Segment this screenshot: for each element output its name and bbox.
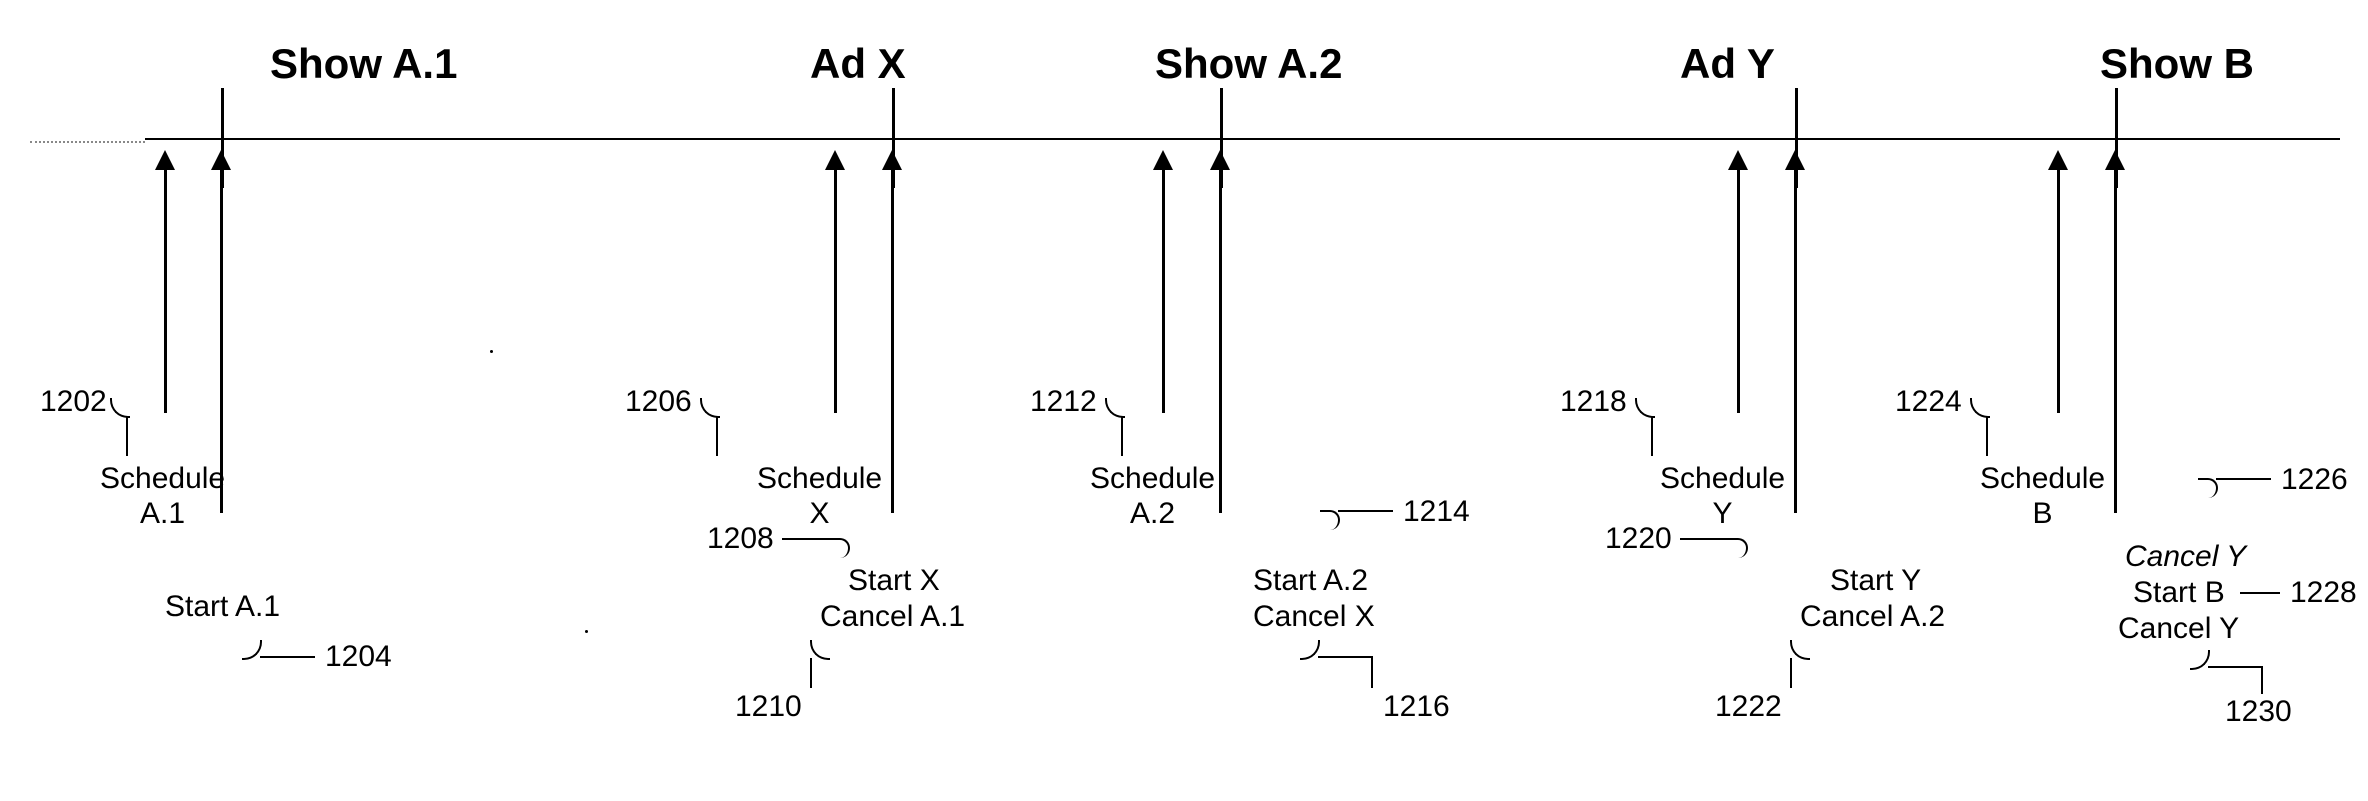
- label-cancel-x-l1: Cancel X: [1253, 600, 1375, 633]
- scan-dot-2: [585, 630, 588, 633]
- leader-1204: [260, 656, 315, 658]
- hook-1226: [2198, 478, 2218, 498]
- label-schedule-a1-l1: Schedule: [100, 462, 225, 495]
- leader-1214: [1338, 510, 1393, 512]
- label-schedule-y-l1: Schedule: [1660, 462, 1785, 495]
- leader-1230: [2208, 666, 2263, 668]
- label-start-a2: Start A.2: [1253, 564, 1368, 599]
- label-schedule-b-l2: B: [2033, 497, 2053, 530]
- hook-1208: [830, 538, 850, 558]
- ref-1208: 1208: [707, 522, 774, 556]
- leader-1212: [1121, 416, 1123, 456]
- ref-1212: 1212: [1030, 385, 1097, 419]
- leader-1222: [1790, 658, 1792, 688]
- label-start-a2-l1: Start A.2: [1253, 564, 1368, 597]
- label-schedule-x: Schedule X: [757, 462, 882, 531]
- label-start-x-l1: Start X: [848, 564, 940, 597]
- leader-1228: [2240, 592, 2280, 594]
- label-start-a1-l1: Start A.1: [165, 590, 280, 623]
- ref-1228: 1228: [2290, 576, 2357, 610]
- label-schedule-y-l2: Y: [1713, 497, 1733, 530]
- leader-1208: [782, 538, 832, 540]
- ref-1220: 1220: [1605, 522, 1672, 556]
- ref-1224: 1224: [1895, 385, 1962, 419]
- hook-1216: [1300, 640, 1320, 660]
- label-cancel-a1: Cancel A.1: [820, 600, 965, 635]
- label-cancel-y-italic: Cancel Y: [2125, 540, 2246, 575]
- segment-show-b: Show B: [2100, 40, 2254, 88]
- hook-1212: [1105, 398, 1125, 418]
- leader-1218: [1651, 416, 1653, 456]
- hook-1222: [1790, 640, 1810, 660]
- segment-ad-x: Ad X: [810, 40, 906, 88]
- leader-1226: [2216, 478, 2271, 480]
- ref-1210: 1210: [735, 690, 802, 724]
- label-start-x: Start X: [848, 564, 940, 599]
- label-cancel-y-italic-l1: Cancel Y: [2125, 540, 2246, 573]
- label-schedule-x-l2: X: [810, 497, 830, 530]
- label-schedule-a2: Schedule A.2: [1090, 462, 1215, 531]
- hook-1204: [242, 640, 262, 660]
- leader-1230v: [2261, 666, 2263, 694]
- leader-1220: [1680, 538, 1730, 540]
- hook-1224: [1970, 398, 1990, 418]
- timeline-dotted: [30, 141, 145, 143]
- label-schedule-a1-l2: A.1: [140, 497, 185, 530]
- label-schedule-b-l1: Schedule: [1980, 462, 2105, 495]
- label-schedule-x-l1: Schedule: [757, 462, 882, 495]
- leader-1202: [126, 416, 128, 456]
- timeline-axis: [145, 138, 2340, 140]
- ref-1216: 1216: [1383, 690, 1450, 724]
- label-cancel-y-l1: Cancel Y: [2118, 612, 2239, 645]
- label-cancel-a1-l1: Cancel A.1: [820, 600, 965, 633]
- hook-1210: [810, 640, 830, 660]
- segment-ad-y: Ad Y: [1680, 40, 1775, 88]
- ref-1204: 1204: [325, 640, 392, 674]
- segment-show-a1: Show A.1: [270, 40, 457, 88]
- label-start-y-l1: Start Y: [1830, 564, 1921, 597]
- label-schedule-y: Schedule Y: [1660, 462, 1785, 531]
- label-schedule-b: Schedule B: [1980, 462, 2105, 531]
- label-schedule-a2-l1: Schedule: [1090, 462, 1215, 495]
- ref-1214: 1214: [1403, 495, 1470, 529]
- label-start-y: Start Y: [1830, 564, 1921, 599]
- label-start-b-l1: Start B: [2133, 576, 2225, 609]
- hook-1202: [110, 398, 130, 418]
- segment-show-a2: Show A.2: [1155, 40, 1342, 88]
- ref-1226: 1226: [2281, 463, 2348, 497]
- label-schedule-a2-l2: A.2: [1130, 497, 1175, 530]
- ref-1222: 1222: [1715, 690, 1782, 724]
- hook-1220: [1728, 538, 1748, 558]
- hook-1218: [1635, 398, 1655, 418]
- label-cancel-y: Cancel Y: [2118, 612, 2239, 647]
- leader-1210: [810, 658, 812, 688]
- scan-dot-1: [490, 350, 493, 353]
- label-schedule-a1: Schedule A.1: [100, 462, 225, 531]
- label-cancel-a2: Cancel A.2: [1800, 600, 1945, 635]
- ref-1230: 1230: [2225, 695, 2292, 729]
- label-start-a1: Start A.1: [165, 590, 280, 625]
- label-cancel-a2-l1: Cancel A.2: [1800, 600, 1945, 633]
- timeline-diagram: Show A.1 Ad X Show A.2 Ad Y Show B: [0, 0, 2368, 801]
- ref-1206: 1206: [625, 385, 692, 419]
- leader-1224: [1986, 416, 1988, 456]
- leader-1206: [716, 416, 718, 456]
- ref-1202: 1202: [40, 385, 107, 419]
- leader-1216: [1318, 656, 1373, 658]
- ref-1218: 1218: [1560, 385, 1627, 419]
- label-cancel-x: Cancel X: [1253, 600, 1375, 635]
- hook-1214: [1320, 510, 1340, 530]
- hook-1230: [2190, 650, 2210, 670]
- leader-1216v: [1371, 658, 1373, 688]
- label-start-b: Start B: [2133, 576, 2225, 611]
- hook-1206: [700, 398, 720, 418]
